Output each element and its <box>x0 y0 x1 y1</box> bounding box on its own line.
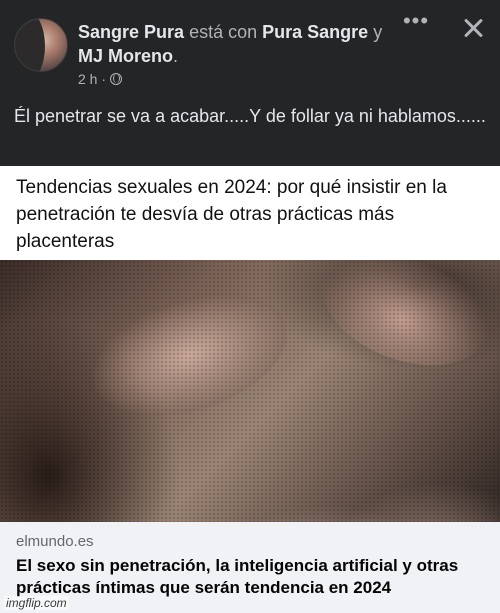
article-title: El sexo sin penetración, la inteligencia… <box>16 556 459 597</box>
post-header: Sangre Pura está con Pura Sangre y MJ Mo… <box>0 0 500 96</box>
avatar[interactable] <box>14 18 68 72</box>
tagged-user-1[interactable]: Pura Sangre <box>262 22 368 42</box>
period-text: . <box>173 46 179 66</box>
article-headline-box[interactable]: Tendencias sexuales en 2024: por qué ins… <box>0 166 500 260</box>
post-meta: 2 h · <box>78 71 123 87</box>
more-options-button[interactable]: ••• <box>402 10 430 34</box>
article-image[interactable] <box>0 260 500 522</box>
connector-text: está con <box>189 22 258 42</box>
and-text: y <box>373 22 383 42</box>
author-name[interactable]: Sangre Pura <box>78 22 184 42</box>
article-domain: elmundo.es <box>16 533 94 550</box>
post-text: Él penetrar se va a acabar.....Y de foll… <box>14 106 486 126</box>
close-icon[interactable] <box>460 14 488 42</box>
post-time[interactable]: 2 h · <box>78 71 106 87</box>
watermark: imgflip.com <box>4 596 69 610</box>
article-headline: Tendencias sexuales en 2024: por qué ins… <box>16 177 447 252</box>
tagged-user-2[interactable]: MJ Moreno <box>78 46 173 66</box>
post-author-line: Sangre Pura está con Pura Sangre y MJ Mo… <box>78 20 398 68</box>
globe-icon <box>110 73 123 85</box>
article-link-preview[interactable]: elmundo.es El sexo sin penetración, la i… <box>0 522 500 613</box>
